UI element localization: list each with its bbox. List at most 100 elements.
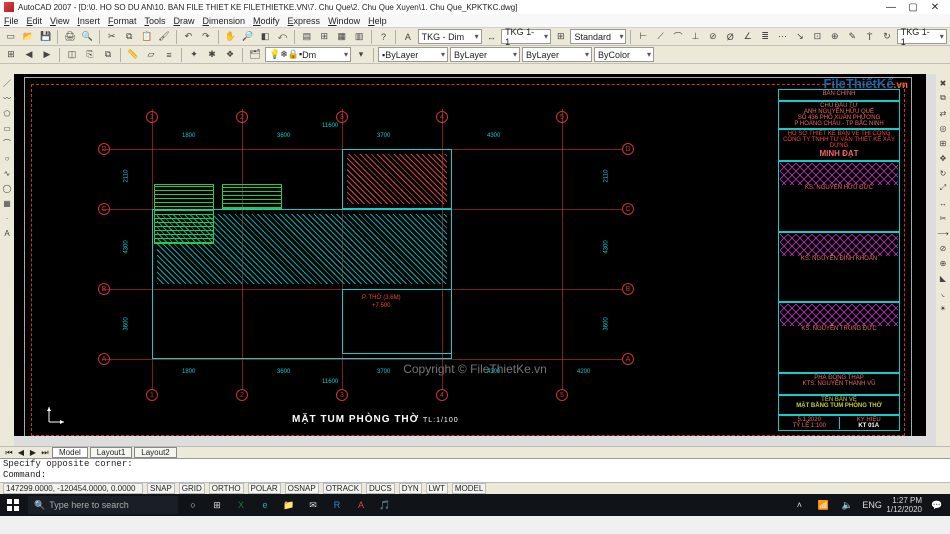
toggle-osnap[interactable]: OSNAP (285, 483, 319, 494)
layer-combo[interactable]: 💡❄🔒▪ Dm (265, 47, 351, 62)
dim-radius-icon[interactable]: ⊘ (705, 29, 720, 45)
cut-icon[interactable]: ✂ (104, 29, 119, 45)
volume-icon[interactable]: 🔈 (838, 500, 856, 511)
undo-icon[interactable]: ↶ (181, 29, 196, 45)
dimstyle-combo[interactable]: TKG - Dim (418, 29, 482, 44)
mtext-icon[interactable]: A (1, 227, 13, 239)
dim-icon-1[interactable]: ↔ (484, 29, 499, 45)
offset-icon[interactable]: ◎ (937, 122, 949, 134)
lineweight-combo[interactable]: ByLayer (522, 47, 592, 62)
fillet-icon[interactable]: ◟ (937, 287, 949, 299)
dimstyle-a-icon[interactable]: A (400, 29, 415, 45)
excel-icon[interactable]: X (232, 500, 250, 510)
circle-icon[interactable]: ○ (1, 152, 13, 164)
command-window[interactable]: Specify opposite corner: Command: (0, 458, 950, 482)
new-icon[interactable]: ▭ (3, 29, 18, 45)
toggle-ortho[interactable]: ORTHO (209, 483, 244, 494)
tab-layout2[interactable]: Layout2 (134, 447, 176, 458)
break-icon[interactable]: ⊘ (937, 242, 949, 254)
layer-state-icon[interactable]: ⊞ (3, 47, 19, 63)
minimize-button[interactable]: — (880, 2, 902, 13)
linetype-combo[interactable]: ByLayer (450, 47, 520, 62)
dim-angle-icon[interactable]: ∠ (740, 29, 755, 45)
open-icon[interactable]: 📂 (20, 29, 35, 45)
copy-icon[interactable]: ⧉ (121, 29, 136, 45)
misc2-icon[interactable]: ✱ (204, 47, 220, 63)
xref-icon[interactable]: ⧉ (100, 47, 116, 63)
dim-tol-icon[interactable]: ⊡ (810, 29, 825, 45)
close-button[interactable]: ✕ (924, 2, 946, 13)
toggle-dyn[interactable]: DYN (399, 483, 422, 494)
menu-tools[interactable]: Tools (144, 16, 165, 26)
plot-preview-icon[interactable]: 🔍 (80, 29, 95, 45)
toggle-snap[interactable]: SNAP (147, 483, 175, 494)
textstyle-combo[interactable]: TKG 1-1 (501, 29, 551, 44)
start-button[interactable] (4, 496, 22, 514)
zoom-window-icon[interactable]: ◧ (257, 29, 272, 45)
tab-model[interactable]: Model (52, 447, 88, 458)
plotstyle-combo[interactable]: ByColor (594, 47, 654, 62)
tablestyle-combo[interactable]: Standard (570, 29, 626, 44)
area-icon[interactable]: ▱ (143, 47, 159, 63)
horizontal-scrollbar[interactable] (14, 436, 926, 446)
layer-prev-icon[interactable]: ◀ (21, 47, 37, 63)
edge-icon[interactable]: e (256, 500, 274, 510)
dim-continue-icon[interactable]: ⋯ (775, 29, 790, 45)
arc-icon[interactable]: ⌒ (1, 137, 13, 149)
design-center-icon[interactable]: ⊞ (317, 29, 332, 45)
match-prop-icon[interactable]: 🖌 (156, 29, 171, 45)
insert-icon[interactable]: ⎘ (82, 47, 98, 63)
dim-leader-icon[interactable]: ↘ (792, 29, 807, 45)
array-icon[interactable]: ⊞ (937, 137, 949, 149)
dim-center-icon[interactable]: ⊕ (827, 29, 842, 45)
stretch-icon[interactable]: ↔ (937, 197, 949, 209)
autocad-task-icon[interactable]: A (352, 500, 370, 510)
dim-tedit-icon[interactable]: Ṫ (862, 29, 877, 45)
cortana-icon[interactable]: ○ (184, 500, 202, 510)
drawing-canvas[interactable]: FileThiếtKế.vn Copyright © FileThietKe.v… (14, 74, 936, 446)
rotate-icon[interactable]: ↻ (937, 167, 949, 179)
dim-aligned-icon[interactable]: ⟋ (653, 29, 668, 45)
polygon-icon[interactable]: ⬠ (1, 107, 13, 119)
menu-dimension[interactable]: Dimension (202, 16, 245, 26)
network-icon[interactable]: 📶 (814, 500, 832, 511)
zoom-prev-icon[interactable]: ⤺ (275, 29, 290, 45)
dim-baseline-icon[interactable]: ≣ (757, 29, 772, 45)
layer-filter-icon[interactable]: ▾ (353, 47, 369, 63)
erase-icon[interactable]: ✖ (937, 77, 949, 89)
extend-icon[interactable]: ⟶ (937, 227, 949, 239)
dim-ordinate-icon[interactable]: ⊥ (688, 29, 703, 45)
copy-obj-icon[interactable]: ⧉ (937, 92, 949, 104)
vertical-scrollbar[interactable] (926, 74, 936, 446)
dim-edit-icon[interactable]: ✎ (845, 29, 860, 45)
menu-format[interactable]: Format (108, 16, 137, 26)
toggle-lwt[interactable]: LWT (426, 483, 448, 494)
layer-props-icon[interactable]: 🗂 (247, 47, 263, 63)
toggle-ducs[interactable]: DUCS (366, 483, 395, 494)
table-icon[interactable]: ⊞ (553, 29, 568, 45)
redo-icon[interactable]: ↷ (198, 29, 213, 45)
properties-icon[interactable]: ▤ (299, 29, 314, 45)
paste-icon[interactable]: 📋 (139, 29, 154, 45)
measure-icon[interactable]: 📏 (125, 47, 141, 63)
dim-arc-icon[interactable]: ⌒ (670, 29, 685, 45)
list-icon[interactable]: ≡ (161, 47, 177, 63)
pan-icon[interactable]: ✋ (223, 29, 238, 45)
dim-dia-icon[interactable]: Ø (723, 29, 738, 45)
tab-nav-first[interactable]: ⏮ (4, 448, 14, 458)
taskview-icon[interactable]: ⊞ (208, 500, 226, 511)
tab-nav-last[interactable]: ⏭ (40, 448, 50, 458)
toggle-otrack[interactable]: OTRACK (323, 483, 362, 494)
help-icon[interactable]: ? (376, 29, 391, 45)
menu-view[interactable]: View (50, 16, 69, 26)
block-icon[interactable]: ◫ (64, 47, 80, 63)
tab-nav-prev[interactable]: ◀ (16, 448, 26, 457)
tab-nav-next[interactable]: ▶ (28, 448, 38, 457)
menu-window[interactable]: Window (328, 16, 360, 26)
misc3-icon[interactable]: ❖ (222, 47, 238, 63)
clock[interactable]: 1:27 PM 1/12/2020 (886, 496, 922, 514)
rect-icon[interactable]: ▭ (1, 122, 13, 134)
save-icon[interactable]: 💾 (38, 29, 53, 45)
menu-insert[interactable]: Insert (77, 16, 100, 26)
search-box[interactable]: 🔍 Type here to search (28, 496, 178, 514)
